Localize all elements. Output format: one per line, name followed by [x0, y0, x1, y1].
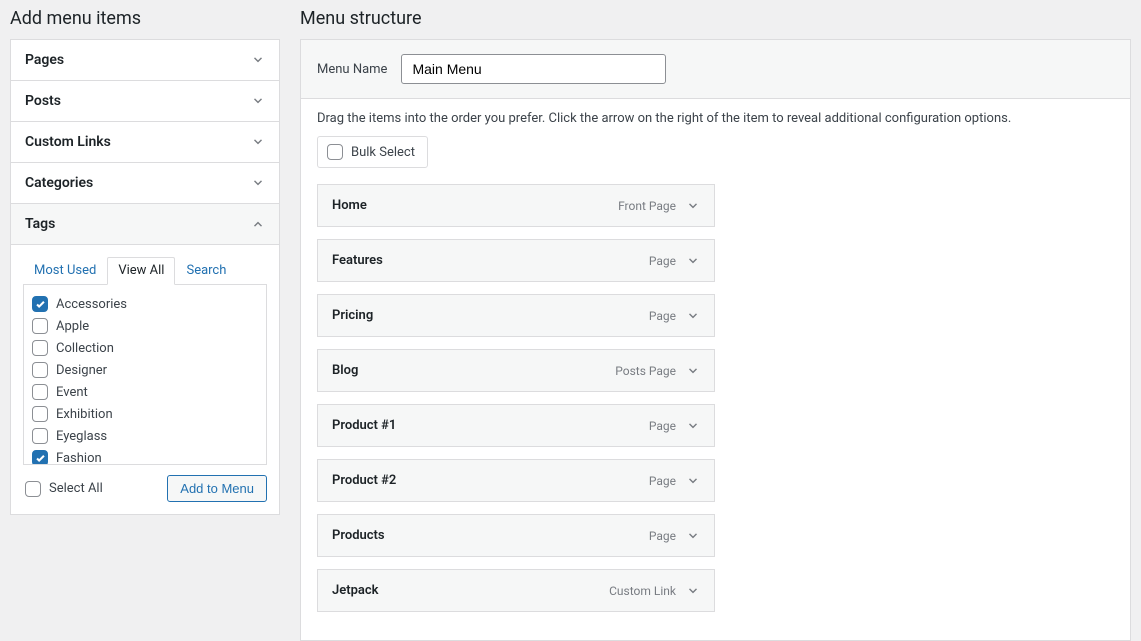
tag-label: Collection [56, 341, 114, 356]
tag-checkbox[interactable] [32, 318, 48, 334]
section-posts-label: Posts [25, 93, 61, 109]
menu-item-title: Blog [332, 363, 358, 378]
menu-item[interactable]: Pricing Page [317, 294, 715, 337]
tag-row[interactable]: Apple [30, 315, 260, 337]
tag-label: Event [56, 385, 88, 400]
tab-search[interactable]: Search [175, 257, 237, 285]
menu-item[interactable]: Home Front Page [317, 184, 715, 227]
menu-structure-heading: Menu structure [300, 8, 1131, 29]
bulk-select-label: Bulk Select [351, 145, 415, 160]
tag-row[interactable]: Accessories [30, 293, 260, 315]
menu-item-title: Jetpack [332, 583, 379, 598]
tag-row[interactable]: Exhibition [30, 403, 260, 425]
chevron-down-icon[interactable] [686, 364, 700, 378]
menu-item-title: Product #1 [332, 418, 396, 433]
tag-checkbox[interactable] [32, 384, 48, 400]
menu-item-type: Custom Link [609, 584, 676, 598]
section-pages-label: Pages [25, 52, 64, 68]
accordion: Pages Posts Custom Links Categories Tags [10, 39, 280, 515]
tag-row[interactable]: Collection [30, 337, 260, 359]
section-categories-label: Categories [25, 175, 93, 191]
menu-item-type: Front Page [618, 199, 676, 213]
chevron-down-icon[interactable] [686, 309, 700, 323]
tag-checkbox[interactable] [32, 406, 48, 422]
tag-row[interactable]: Event [30, 381, 260, 403]
section-pages[interactable]: Pages [11, 40, 279, 80]
menu-item-title: Products [332, 528, 385, 543]
menu-item-title: Product #2 [332, 473, 396, 488]
tab-view-all[interactable]: View All [107, 257, 175, 285]
tag-label: Fashion [56, 451, 102, 466]
chevron-down-icon[interactable] [686, 529, 700, 543]
section-tags[interactable]: Tags [11, 203, 279, 244]
tag-row[interactable]: Eyeglass [30, 425, 260, 447]
menu-structure-panel: Menu Name Drag the items into the order … [300, 39, 1131, 641]
menu-item-type: Page [649, 474, 676, 488]
bulk-select-checkbox[interactable] [327, 144, 343, 160]
menu-items-list: Home Front Page Features Page Pricing Page Blo… [301, 184, 731, 640]
chevron-down-icon[interactable] [686, 474, 700, 488]
tags-tabs: Most Used View All Search [23, 257, 267, 285]
tag-row[interactable]: Designer [30, 359, 260, 381]
chevron-down-icon[interactable] [686, 199, 700, 213]
tag-label: Exhibition [56, 407, 113, 422]
chevron-down-icon[interactable] [686, 419, 700, 433]
chevron-down-icon[interactable] [686, 584, 700, 598]
menu-item[interactable]: Products Page [317, 514, 715, 557]
menu-item-title: Home [332, 198, 367, 213]
tag-checkbox[interactable] [32, 428, 48, 444]
menu-name-input[interactable] [401, 54, 666, 84]
tag-row[interactable]: Fashion [30, 447, 260, 465]
tag-label: Accessories [56, 297, 127, 312]
menu-item[interactable]: Features Page [317, 239, 715, 282]
tag-checkbox[interactable] [32, 296, 48, 312]
chevron-down-icon [251, 94, 265, 108]
chevron-up-icon [251, 217, 265, 231]
chevron-down-icon [251, 135, 265, 149]
tag-label: Eyeglass [56, 429, 107, 444]
section-posts[interactable]: Posts [11, 80, 279, 121]
tag-label: Apple [56, 319, 89, 334]
tag-label: Designer [56, 363, 107, 378]
tags-list[interactable]: Accessories Apple Collection Designer Event E… [23, 285, 267, 465]
menu-item-type: Page [649, 529, 676, 543]
tag-checkbox[interactable] [32, 362, 48, 378]
add-to-menu-button[interactable]: Add to Menu [167, 475, 267, 502]
menu-item-type: Page [649, 419, 676, 433]
chevron-down-icon [251, 53, 265, 67]
tags-panel: Most Used View All Search Accessories App… [11, 244, 279, 514]
section-custom-links-label: Custom Links [25, 134, 111, 150]
drag-hint: Drag the items into the order you prefer… [301, 99, 1130, 136]
menu-item-type: Posts Page [615, 364, 676, 378]
select-all-row[interactable]: Select All [23, 481, 103, 497]
bulk-select-row[interactable]: Bulk Select [317, 136, 428, 168]
add-menu-heading: Add menu items [10, 8, 280, 29]
menu-item[interactable]: Blog Posts Page [317, 349, 715, 392]
chevron-down-icon[interactable] [686, 254, 700, 268]
menu-item-type: Page [649, 309, 676, 323]
section-categories[interactable]: Categories [11, 162, 279, 203]
menu-item-type: Page [649, 254, 676, 268]
menu-item-title: Pricing [332, 308, 373, 323]
select-all-checkbox[interactable] [25, 481, 41, 497]
menu-name-label: Menu Name [317, 62, 387, 77]
section-tags-label: Tags [25, 216, 55, 232]
select-all-label: Select All [49, 481, 103, 496]
chevron-down-icon [251, 176, 265, 190]
tab-most-used[interactable]: Most Used [23, 257, 107, 285]
menu-item[interactable]: Product #2 Page [317, 459, 715, 502]
tag-checkbox[interactable] [32, 340, 48, 356]
menu-item[interactable]: Product #1 Page [317, 404, 715, 447]
tag-checkbox[interactable] [32, 450, 48, 465]
menu-item-title: Features [332, 253, 383, 268]
section-custom-links[interactable]: Custom Links [11, 121, 279, 162]
menu-item[interactable]: Jetpack Custom Link [317, 569, 715, 612]
